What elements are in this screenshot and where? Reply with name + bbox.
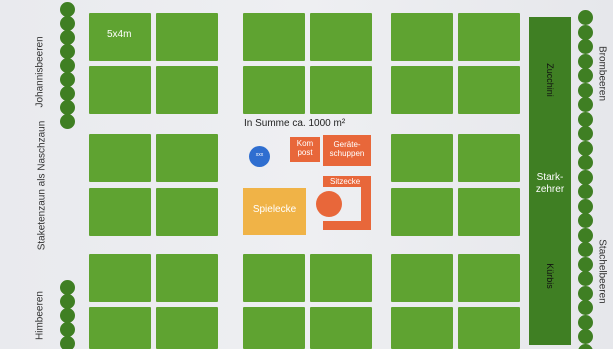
bed-plot — [243, 13, 305, 61]
small-circle-label: xxx — [255, 152, 264, 158]
kuerbis-label: Kürbis — [545, 263, 555, 289]
hedge-dot — [60, 100, 75, 115]
hedge-dot — [60, 280, 75, 295]
bed-plot — [156, 188, 218, 236]
hedge-dot — [60, 336, 75, 349]
kompost-label: Kom post — [296, 139, 314, 158]
bed-plot — [391, 254, 453, 302]
hedge-dot — [60, 30, 75, 45]
bed-plot — [458, 254, 520, 302]
hedge-dot — [578, 112, 593, 127]
bed-plot — [310, 66, 372, 114]
zucchini-label: Zucchini — [545, 63, 555, 97]
bed-plot — [391, 307, 453, 349]
sitzecke-label: Sitzecke — [330, 177, 361, 186]
bed-plot — [391, 134, 453, 182]
bed-plot: 5x4m — [89, 13, 151, 61]
kompost-box: Kom post — [290, 137, 320, 162]
hedge-dot — [578, 25, 593, 40]
starkzehrer-label: Stark- zehrer — [535, 172, 565, 195]
hedge-dot — [60, 2, 75, 17]
hedge-dot — [578, 170, 593, 185]
hedge-dot — [578, 329, 593, 344]
hedge-dot — [60, 44, 75, 59]
hedge-dot — [578, 83, 593, 98]
geraeteschuppen-box: Geräte- schuppen — [323, 135, 371, 166]
bed-plot — [458, 307, 520, 349]
bed-plot — [89, 254, 151, 302]
hedge-dot — [578, 54, 593, 69]
bed-plot — [156, 66, 218, 114]
geraeteschuppen-label: Geräte- schuppen — [329, 140, 365, 159]
hedge-dot — [60, 16, 75, 31]
hedge-dot — [60, 58, 75, 73]
hedge-dot — [578, 213, 593, 228]
brombeeren-label: Brombeeren — [596, 45, 608, 102]
hedge-dot — [60, 114, 75, 129]
bed-plot — [458, 134, 520, 182]
hedge-dot — [60, 86, 75, 101]
bed-plot — [89, 66, 151, 114]
hedge-dot — [578, 155, 593, 170]
bed-plot — [156, 134, 218, 182]
tall-bed: Zucchini Stark- zehrer Kürbis — [529, 17, 571, 345]
hedge-dot — [578, 242, 593, 257]
hedge-dot — [578, 257, 593, 272]
plot-size-label: 5x4m — [107, 29, 132, 40]
hedge-dot — [60, 322, 75, 337]
hedge-dot — [578, 315, 593, 330]
area-title: In Summe ca. 1000 m² — [244, 118, 346, 129]
bed-plot — [391, 66, 453, 114]
hedge-dot — [578, 300, 593, 315]
sitzecke-bar-bottom — [323, 221, 371, 230]
bed-plot — [243, 307, 305, 349]
hedge-dot — [578, 68, 593, 83]
himbeeren-label: Himbeeren — [34, 291, 46, 340]
hedge-dot — [578, 184, 593, 199]
hedge-dot — [60, 308, 75, 323]
hedge-dot — [578, 271, 593, 286]
spielecke-label: Spielecke — [252, 204, 297, 215]
fire-circle — [316, 191, 342, 217]
bed-plot — [458, 66, 520, 114]
bed-plot — [89, 188, 151, 236]
bed-plot — [310, 254, 372, 302]
bed-plot — [89, 134, 151, 182]
hedge-dot — [578, 39, 593, 54]
bed-plot — [89, 307, 151, 349]
bed-plot — [243, 66, 305, 114]
stachelbeeren-label: Stachelbeeren — [596, 239, 608, 304]
hedge-dot — [578, 228, 593, 243]
small-circle: xxx — [249, 146, 270, 167]
bed-plot — [310, 13, 372, 61]
bed-plot — [156, 254, 218, 302]
bed-plot — [391, 188, 453, 236]
bed-plot — [391, 13, 453, 61]
spielecke-box: Spielecke — [243, 188, 306, 235]
hedge-dot — [578, 141, 593, 156]
staketenzaun-label: Staketenzaun als Naschzaun — [36, 120, 48, 251]
hedge-dot — [578, 286, 593, 301]
hedge-dot — [60, 294, 75, 309]
bed-plot — [310, 307, 372, 349]
bed-plot — [156, 307, 218, 349]
hedge-dot — [578, 199, 593, 214]
hedge-dot — [578, 126, 593, 141]
garden-plan: 5x4m Zucchini Stark- zehrer Kürbis In Su… — [0, 0, 613, 349]
hedge-dot — [578, 97, 593, 112]
hedge-dot — [578, 10, 593, 25]
hedge-dot — [578, 344, 593, 349]
bed-plot — [458, 13, 520, 61]
bed-plot — [458, 188, 520, 236]
hedge-dot — [60, 72, 75, 87]
johannisbeeren-label: Johannisbeeren — [34, 36, 46, 108]
bed-plot — [156, 13, 218, 61]
bed-plot — [243, 254, 305, 302]
